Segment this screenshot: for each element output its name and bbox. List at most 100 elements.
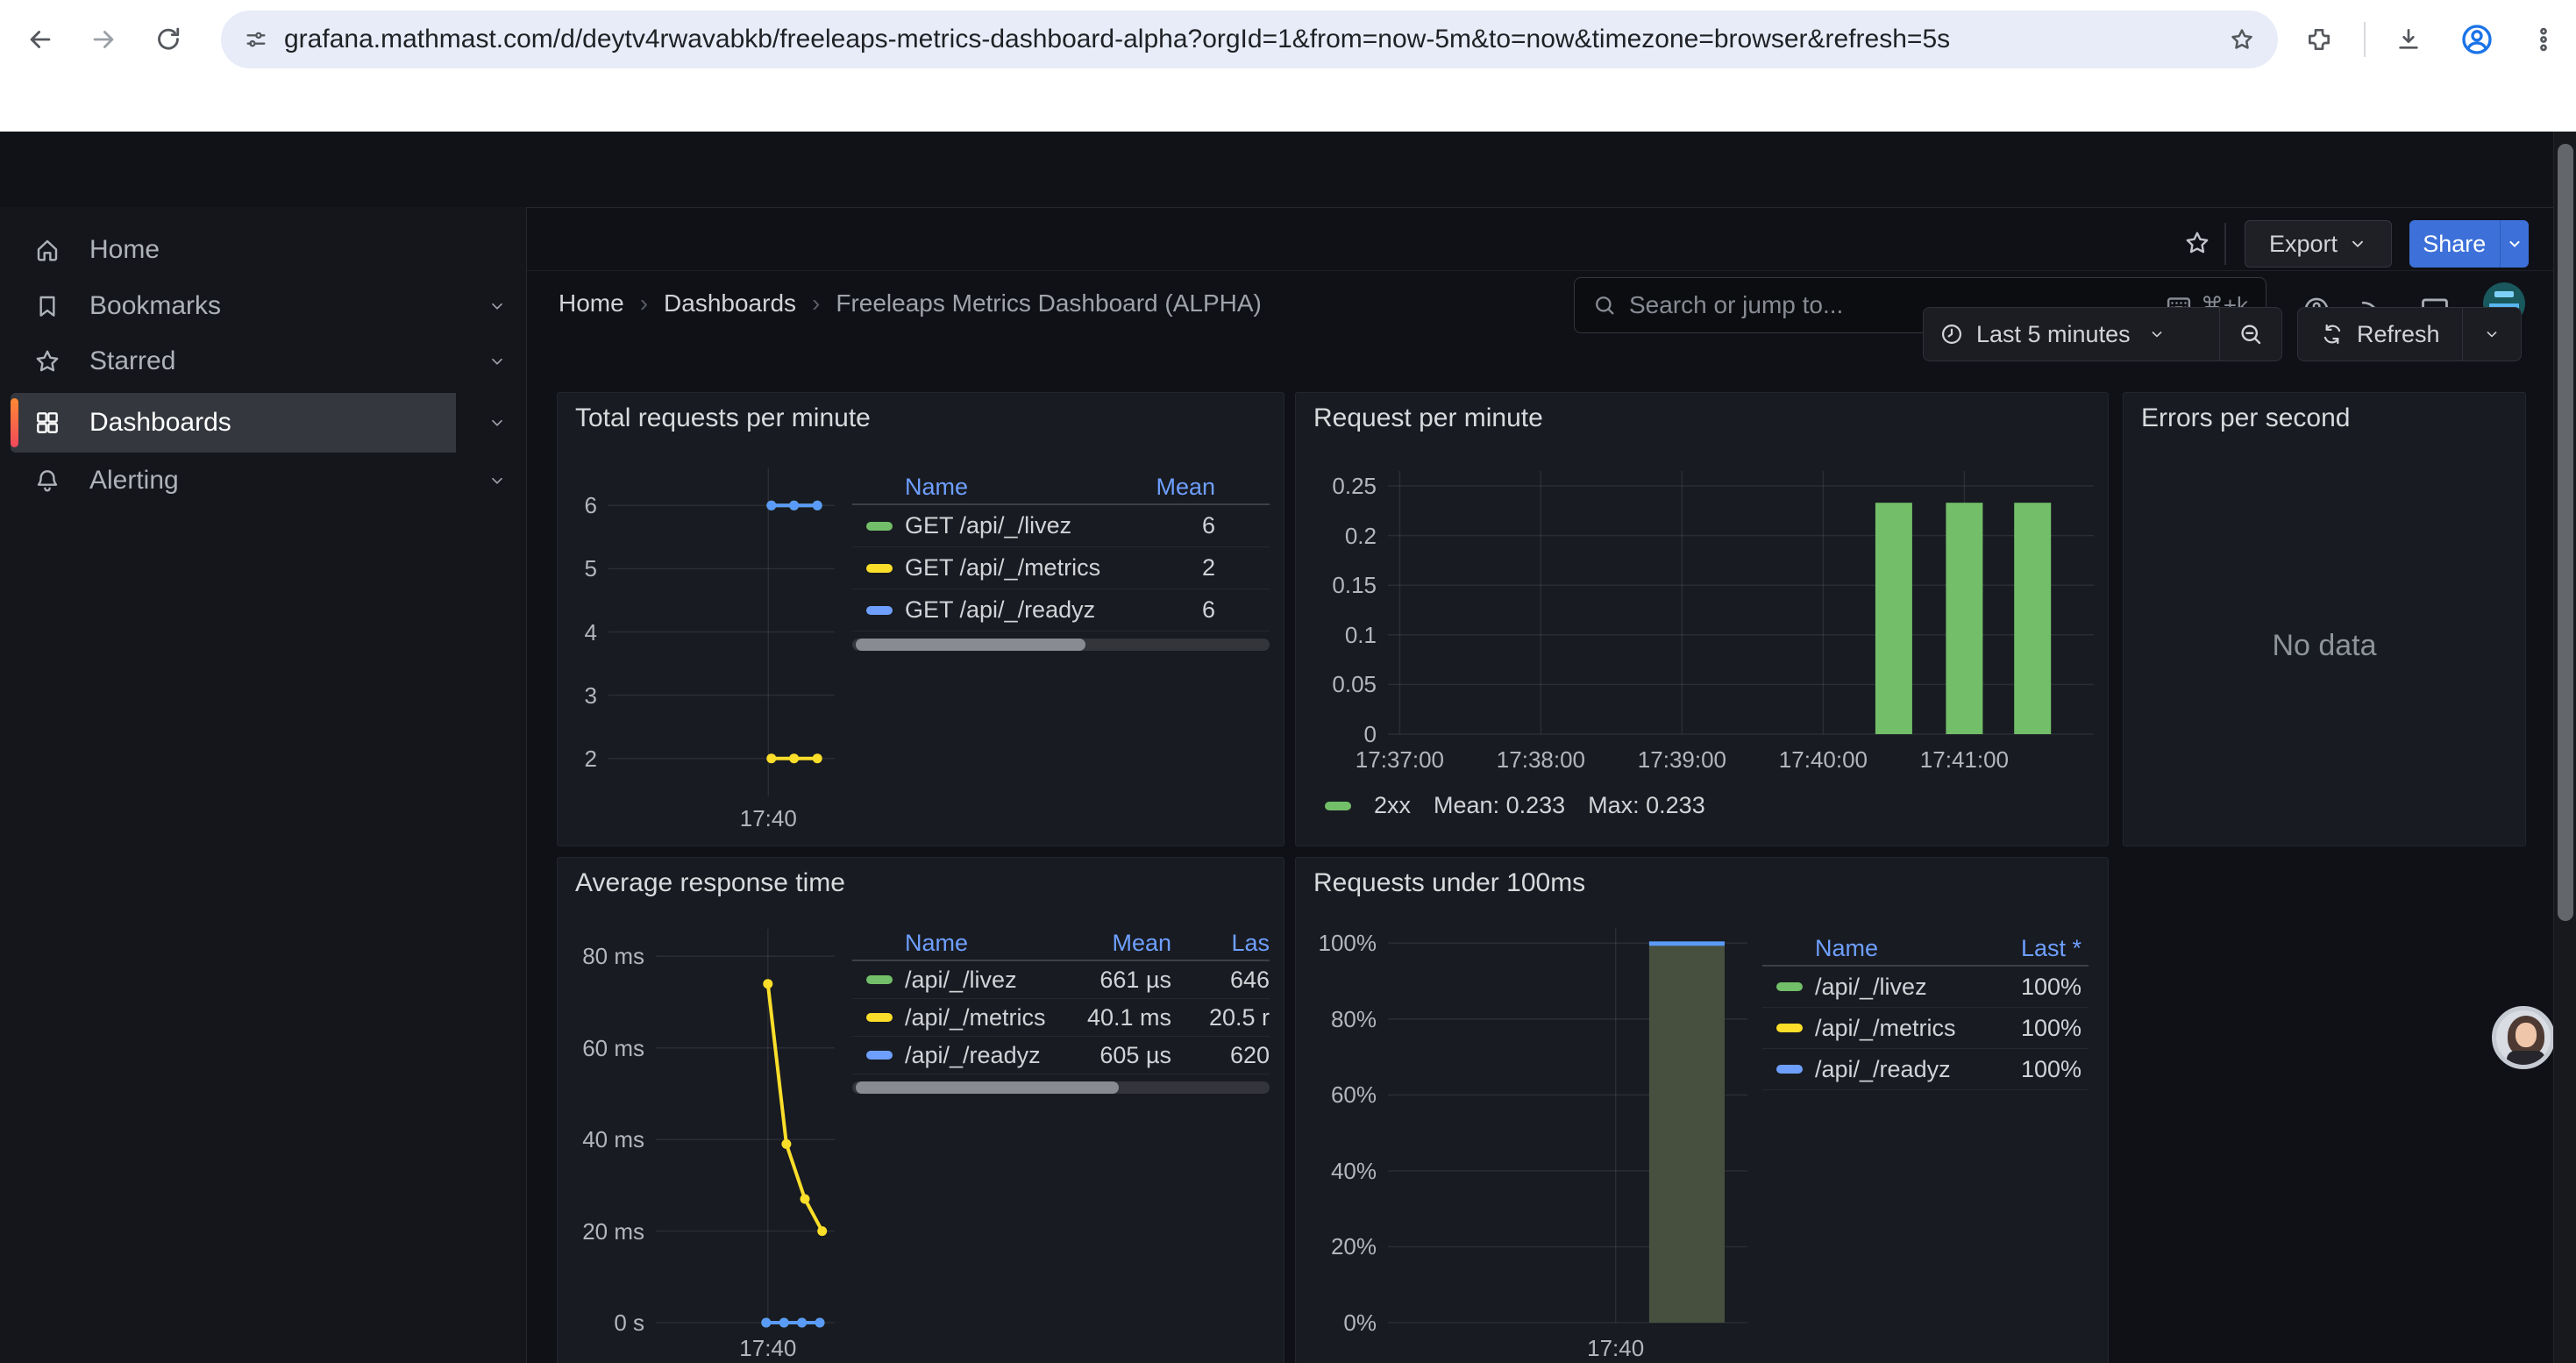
legend-value: 100% bbox=[1968, 974, 2081, 1001]
favorite-star-icon[interactable] bbox=[2183, 229, 2211, 257]
legend-row[interactable]: /api/_/metrics100% bbox=[1762, 1008, 2089, 1049]
assistant-avatar[interactable] bbox=[2492, 1006, 2555, 1069]
home-icon bbox=[33, 236, 61, 264]
legend-header-name[interactable]: Name bbox=[905, 474, 1101, 501]
sidebar-item-home[interactable]: Home bbox=[11, 223, 516, 277]
share-button[interactable]: Share bbox=[2409, 220, 2500, 268]
axis-tick-label: 60% bbox=[1295, 1081, 1377, 1108]
time-range-picker[interactable]: Last 5 minutes bbox=[1924, 308, 2219, 360]
refresh-interval-dropdown[interactable] bbox=[2463, 308, 2521, 360]
star-icon bbox=[33, 347, 61, 375]
extensions-icon[interactable] bbox=[2304, 25, 2334, 54]
chevron-down-icon bbox=[2483, 325, 2501, 343]
panel-request-per-minute: 0.250.20.150.10.05017:37:0017:38:0017:39… bbox=[1295, 392, 2109, 846]
sidebar-item-bookmarks[interactable]: Bookmarks bbox=[11, 279, 516, 333]
legend-scrollbar-thumb[interactable] bbox=[856, 1081, 1119, 1094]
downloads-icon[interactable] bbox=[2394, 25, 2423, 54]
share-dropdown-button[interactable] bbox=[2501, 220, 2529, 268]
legend-series-name[interactable]: /api/_/metrics bbox=[1815, 1015, 1968, 1042]
legend-series-name[interactable]: /api/_/livez bbox=[1815, 974, 1968, 1001]
chart bbox=[1296, 393, 2109, 846]
legend-row[interactable]: /api/_/readyz100% bbox=[1762, 1049, 2089, 1090]
legend-header-col[interactable]: Las bbox=[1171, 930, 1270, 957]
legend-mean: Mean: 0.233 bbox=[1434, 792, 1565, 819]
chevron-down-icon[interactable] bbox=[487, 471, 507, 490]
legend-series-name[interactable]: /api/_/readyz bbox=[1815, 1056, 1968, 1083]
chevron-down-icon[interactable] bbox=[487, 352, 507, 371]
axis-tick-label: 80 ms bbox=[561, 943, 644, 969]
legend-series-name[interactable]: GET /api/_/livez bbox=[905, 512, 1101, 539]
sidebar-item-alerting[interactable]: Alerting bbox=[11, 453, 516, 508]
legend-row[interactable]: /api/_/livez661 µs646 bbox=[852, 961, 1270, 999]
url-bar[interactable]: grafana.mathmast.com/d/deytv4rwavabkb/fr… bbox=[221, 11, 2278, 68]
chevron-down-icon[interactable] bbox=[487, 413, 507, 432]
page-scrollbar-thumb[interactable] bbox=[2558, 144, 2573, 921]
legend-row[interactable]: GET /api/_/readyz6 bbox=[852, 589, 1270, 632]
axis-tick-label: 40% bbox=[1295, 1158, 1377, 1184]
legend-row[interactable]: /api/_/metrics40.1 ms20.5 r bbox=[852, 999, 1270, 1037]
legend-header-col[interactable]: Mean bbox=[1057, 930, 1171, 957]
series-color-swatch bbox=[1325, 802, 1351, 810]
legend-header-name[interactable]: Name bbox=[1815, 935, 1968, 962]
profile-icon[interactable] bbox=[2459, 21, 2495, 58]
legend-row[interactable]: GET /api/_/metrics2 bbox=[852, 547, 1270, 589]
refresh-button[interactable]: Refresh bbox=[2298, 308, 2462, 360]
panel-legend[interactable]: 2xxMean: 0.233Max: 0.233 bbox=[1325, 792, 1705, 819]
chevron-down-icon[interactable] bbox=[487, 296, 507, 316]
axis-tick-label: 17:37:00 bbox=[1329, 746, 1469, 773]
legend-scrollbar bbox=[852, 639, 1270, 651]
panel-title[interactable]: Average response time bbox=[575, 868, 845, 898]
time-controls: Last 5 minutes bbox=[1923, 307, 2282, 361]
panel-title[interactable]: Errors per second bbox=[2141, 403, 2350, 433]
zoom-out-button[interactable] bbox=[2220, 308, 2281, 360]
legend-header: NameMeanLas bbox=[852, 926, 1270, 961]
series-color-swatch bbox=[1776, 1065, 1803, 1074]
panel-title[interactable]: Requests under 100ms bbox=[1313, 868, 1585, 898]
chevron-down-icon bbox=[2148, 325, 2166, 343]
axis-tick-label: 17:41:00 bbox=[1894, 746, 2034, 773]
legend-row[interactable]: /api/_/livez100% bbox=[1762, 967, 2089, 1008]
export-button[interactable]: Export bbox=[2245, 220, 2392, 268]
panel-title[interactable]: Total requests per minute bbox=[575, 403, 871, 433]
series-color-swatch bbox=[866, 1013, 893, 1022]
back-icon[interactable] bbox=[25, 25, 55, 54]
breadcrumb-separator: › bbox=[640, 289, 648, 318]
url-text[interactable]: grafana.mathmast.com/d/deytv4rwavabkb/fr… bbox=[284, 25, 2213, 54]
axis-tick-label: 17:40 bbox=[698, 1335, 838, 1361]
legend-series-name[interactable]: GET /api/_/readyz bbox=[905, 596, 1101, 624]
tune-icon[interactable] bbox=[244, 27, 268, 52]
browser-menu-icon[interactable] bbox=[2529, 25, 2558, 54]
axis-tick-label: 20% bbox=[1295, 1233, 1377, 1260]
series-color-swatch bbox=[1776, 1024, 1803, 1032]
legend-series-name[interactable]: /api/_/metrics bbox=[905, 1004, 1057, 1031]
refresh-icon bbox=[2320, 322, 2345, 346]
legend-series-name[interactable]: GET /api/_/metrics bbox=[905, 554, 1101, 582]
legend-series-name[interactable]: /api/_/livez bbox=[905, 967, 1057, 994]
legend-value: 6 bbox=[1101, 596, 1215, 624]
legend-scrollbar-thumb[interactable] bbox=[856, 639, 1085, 651]
legend-series-name[interactable]: /api/_/readyz bbox=[905, 1042, 1057, 1069]
axis-tick-label: 17:39:00 bbox=[1612, 746, 1752, 773]
legend-value: 646 bbox=[1171, 967, 1270, 994]
legend-max: Max: 0.233 bbox=[1588, 792, 1705, 819]
legend-row[interactable]: GET /api/_/livez6 bbox=[852, 505, 1270, 547]
bookmark-star-icon[interactable] bbox=[2229, 26, 2255, 53]
breadcrumb: Home › Dashboards › Freeleaps Metrics Da… bbox=[559, 289, 1262, 318]
breadcrumb-dashboards[interactable]: Dashboards bbox=[664, 289, 796, 318]
legend-header-col[interactable]: Last * bbox=[1968, 935, 2081, 962]
axis-tick-label: 17:40:00 bbox=[1753, 746, 1893, 773]
legend-value: 605 µs bbox=[1057, 1042, 1171, 1069]
sidebar-item-dashboards[interactable]: Dashboards bbox=[11, 393, 516, 453]
legend-header-col[interactable]: Mean bbox=[1101, 474, 1215, 501]
no-data-text: No data bbox=[2124, 393, 2525, 846]
reload-icon[interactable] bbox=[153, 25, 183, 54]
sidebar-item-starred[interactable]: Starred bbox=[11, 334, 516, 389]
axis-tick-label: 60 ms bbox=[561, 1035, 644, 1061]
forward-icon[interactable] bbox=[89, 25, 118, 54]
series-color-swatch bbox=[866, 564, 893, 573]
breadcrumb-home[interactable]: Home bbox=[559, 289, 624, 318]
legend-header-name[interactable]: Name bbox=[905, 930, 1057, 957]
axis-tick-label: 0% bbox=[1295, 1309, 1377, 1336]
panel-title[interactable]: Request per minute bbox=[1313, 403, 1543, 433]
legend-row[interactable]: /api/_/readyz605 µs620 bbox=[852, 1037, 1270, 1074]
